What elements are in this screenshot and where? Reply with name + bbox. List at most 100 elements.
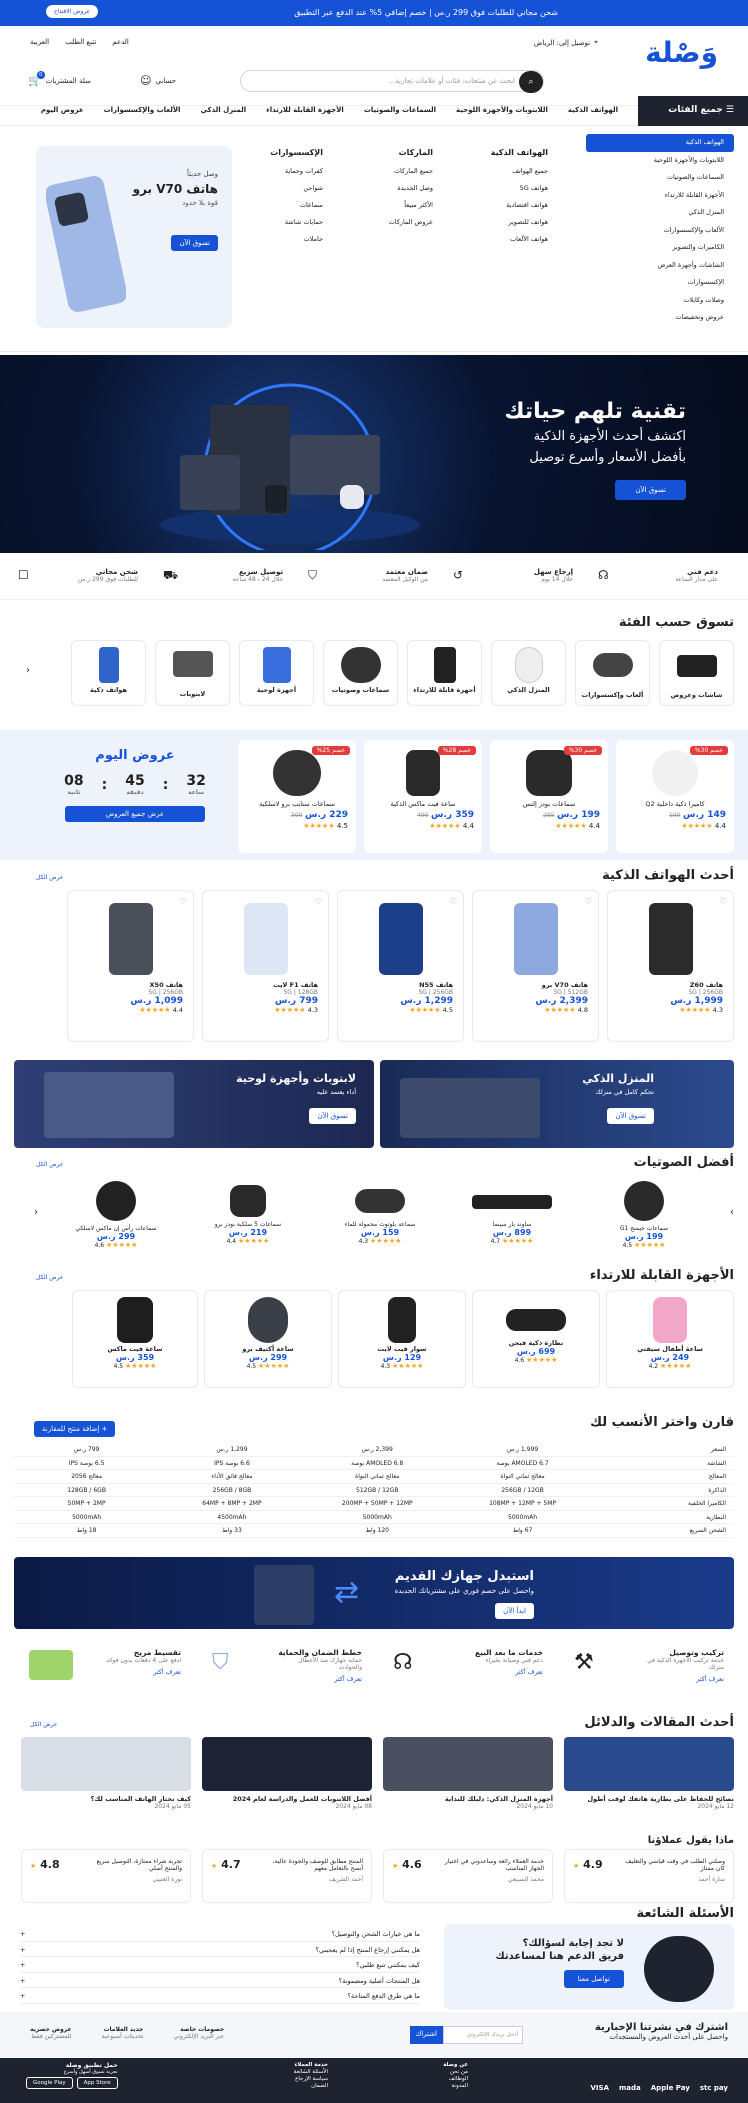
view-all-link[interactable]: عرض الكل xyxy=(36,874,63,881)
footer-link[interactable]: الضمان xyxy=(294,2083,328,2090)
faq-item[interactable]: هل المنتجات أصلية ومضمونة؟ + xyxy=(20,1973,420,1988)
product-card[interactable]: سوار فيت لايت 129 ر.س ★★★★★ 4.3 xyxy=(338,1290,466,1388)
menu-link[interactable]: جميع الماركات xyxy=(389,163,433,180)
search-icon[interactable]: ⌕ xyxy=(519,71,543,93)
banner-button[interactable]: تسوق الآن xyxy=(309,1108,356,1124)
heart-icon[interactable]: ♡ xyxy=(450,897,457,906)
nav-link[interactable]: الألعاب والإكسسوارات xyxy=(104,106,181,114)
product-card[interactable]: ساعة أطفال سيفتي 249 ر.س ★★★★★ 4.2 xyxy=(606,1290,734,1388)
nav-link[interactable]: المنزل الذكي xyxy=(200,106,246,114)
category-card[interactable]: ألعاب وإكسسوارات xyxy=(575,640,650,706)
product-card[interactable]: ♡ هاتف N55 5G | 256GB 1,299 ر.س 4.5 ★★★★… xyxy=(337,890,464,1042)
product-card[interactable]: نظارة ذكية فيجن 699 ر.س ★★★★★ 4.6 xyxy=(472,1290,600,1388)
view-all-link[interactable]: عرض الكل xyxy=(36,1274,63,1281)
category-item[interactable]: الإكسسوارات xyxy=(586,274,734,292)
cart-button[interactable]: سلة المشتريات 🛒 0 xyxy=(28,71,91,87)
article-card[interactable]: أفضل اللابتوبات للعمل والدراسة لعام 2024… xyxy=(202,1737,372,1810)
faq-item[interactable]: ما هي طرق الدفع المتاحة؟ + xyxy=(20,1988,420,2004)
service-card[interactable]: ⚒ تركيب وتوصيل خدمة تركيب الأجهزة الذكية ف… xyxy=(564,1636,734,1706)
account-button[interactable]: حسابي ☺ xyxy=(140,74,176,87)
smart-home-banner[interactable]: المنزل الذكي تحكم كامل في منزلك تسوق الآ… xyxy=(380,1060,734,1148)
footer-link[interactable]: الأسئلة الشائعة xyxy=(294,2069,328,2076)
product-card[interactable]: ♡ هاتف F1 لايت 5G | 128GB 799 ر.س 4.3 ★★… xyxy=(202,890,329,1042)
service-card[interactable]: ⛉ خطط الضمان والحماية حماية جهازك ضد الأعط… xyxy=(202,1636,372,1706)
product-card[interactable]: ساوند بار سينما 899 ر.س ★★★★★ 4.7 xyxy=(448,1177,576,1273)
learn-more-link[interactable]: تعرف أكثر xyxy=(202,1675,362,1683)
add-compare-button[interactable]: + إضافة منتج للمقارنة xyxy=(34,1421,116,1437)
faq-item[interactable]: ما هي خيارات الشحن والتوصيل؟ + xyxy=(20,1926,420,1942)
menu-link[interactable]: هواتف الألعاب xyxy=(491,231,548,248)
menu-link[interactable]: حاملات xyxy=(270,231,323,248)
menu-link[interactable]: عروض الماركات xyxy=(389,214,433,231)
nav-link[interactable]: الأجهزة القابلة للارتداء xyxy=(266,106,344,114)
nav-link[interactable]: الهواتف الذكية xyxy=(568,106,618,114)
learn-more-link[interactable]: تعرف أكثر xyxy=(564,1675,724,1683)
deal-card[interactable]: خصم 28% ساعة فيت ماكس الذكية 359 ر.س 499… xyxy=(364,740,482,853)
offers-button[interactable]: عروض الافتتاح xyxy=(46,5,99,18)
category-card[interactable]: أجهزة لوحية xyxy=(239,640,314,706)
app-store-badge[interactable]: App Store xyxy=(76,2077,118,2089)
service-card[interactable]: تقسيط مريح ادفع على 4 دفعات بدون فوائد تعر… xyxy=(21,1636,191,1706)
category-item[interactable]: الشاشات وأجهزة العرض xyxy=(586,257,734,275)
article-card[interactable]: نصائح للحفاظ على بطارية هاتفك لوقت أطول 1… xyxy=(564,1737,734,1810)
footer-link[interactable]: الوظائف xyxy=(443,2076,468,2083)
category-card[interactable]: هواتف ذكية xyxy=(71,640,146,706)
google-play-badge[interactable]: Google Play xyxy=(26,2077,73,2089)
trade-start-button[interactable]: ابدأ الآن xyxy=(495,1603,534,1619)
category-item[interactable]: السماعات والصوتيات xyxy=(586,169,734,187)
language-select[interactable]: العربية xyxy=(30,38,49,46)
article-card[interactable]: كيف تختار الهاتف المناسب لك؟ 05 مايو 2024 xyxy=(21,1737,191,1810)
product-card[interactable]: سماعات رأس إن ماكس لاسلكي 299 ر.س ★★★★★ 4.… xyxy=(52,1177,180,1273)
heart-icon[interactable]: ♡ xyxy=(180,897,187,906)
chevron-left-icon[interactable]: ‹ xyxy=(34,1207,38,1218)
chevron-right-icon[interactable]: › xyxy=(730,1207,734,1218)
view-all-deals-button[interactable]: عرض جميع العروض xyxy=(65,806,205,822)
menu-link[interactable]: سماعات xyxy=(270,197,323,214)
footer-link[interactable]: المدونة xyxy=(443,2083,468,2090)
search-input[interactable]: ابحث عن منتجات، فئات أو علامات تجارية...… xyxy=(240,70,544,93)
heart-icon[interactable]: ♡ xyxy=(315,897,322,906)
category-card[interactable]: أجهزة قابلة للارتداء xyxy=(407,640,482,706)
nav-link[interactable]: السماعات والصوتيات xyxy=(364,106,436,114)
heart-icon[interactable]: ♡ xyxy=(720,897,727,906)
deal-card[interactable]: خصم 30% كاميرا ذكية داخلية Q2 149 ر.س 19… xyxy=(616,740,734,853)
category-card[interactable]: المنزل الذكي xyxy=(491,640,566,706)
promo-shop-button[interactable]: تسوق الآن xyxy=(171,235,218,251)
faq-item[interactable]: كيف يمكنني تتبع طلبي؟ + xyxy=(20,1957,420,1973)
category-item[interactable]: الأجهزة القابلة للارتداء xyxy=(586,187,734,205)
category-card[interactable]: سماعات وصوتيات xyxy=(323,640,398,706)
chevron-left-icon[interactable]: ‹ xyxy=(26,665,30,676)
footer-link[interactable]: من نحن xyxy=(443,2069,468,2076)
menu-link[interactable]: هواتف اقتصادية xyxy=(491,197,548,214)
view-all-link[interactable]: عرض الكل xyxy=(36,1161,63,1168)
deliver-location[interactable]: ⌖ توصيل إلى: الرياض xyxy=(534,38,598,47)
menu-link[interactable]: هواتف للتصوير xyxy=(491,214,548,231)
hero-shop-button[interactable]: تسوق الآن xyxy=(615,480,686,500)
deal-card[interactable]: خصم 30% سماعات بودز إلتس 199 ر.س 285 4.4… xyxy=(490,740,608,853)
article-card[interactable]: أجهزة المنزل الذكي: دليلك للبداية 10 مايو… xyxy=(383,1737,553,1810)
product-card[interactable]: ♡ هاتف X50 5G | 256GB 1,099 ر.س 4.4 ★★★★… xyxy=(67,890,194,1042)
laptops-banner[interactable]: لابتوبات وأجهزة لوحية أداء يعتمد عليه تس… xyxy=(14,1060,374,1148)
contact-us-button[interactable]: تواصل معنا xyxy=(563,1970,624,1988)
nav-link[interactable]: عروض اليوم xyxy=(41,106,84,114)
menu-link[interactable]: شواحن xyxy=(270,180,323,197)
product-card[interactable]: سماعة بلوتوث محمولة للماء 159 ر.س ★★★★★ 4.… xyxy=(316,1177,444,1273)
product-card[interactable]: سماعات 5 سلكية بودز برو 219 ر.س ★★★★★ 4.4 xyxy=(184,1177,312,1273)
support-link[interactable]: الدعم xyxy=(112,38,129,46)
logo[interactable]: وَصْلة xyxy=(645,36,718,69)
footer-link[interactable]: سياسة الإرجاع xyxy=(294,2076,328,2083)
menu-link[interactable]: الأكثر مبيعاً xyxy=(389,197,433,214)
track-order-link[interactable]: تتبع الطلب xyxy=(65,38,96,46)
menu-link[interactable]: حمايات شاشة xyxy=(270,214,323,231)
product-card[interactable]: ♡ هاتف V70 برو 5G | 512GB 2,399 ر.س 4.8 … xyxy=(472,890,599,1042)
product-card[interactable]: ♡ هاتف Z60 5G | 256GB 1,999 ر.س 4.3 ★★★★… xyxy=(607,890,734,1042)
deal-card[interactable]: خصم 25% سماعات ستايب برو لاسلكية 229 ر.س… xyxy=(238,740,356,853)
nav-link[interactable]: اللابتوبات والأجهزة اللوحية xyxy=(456,106,548,114)
category-card[interactable]: لابتوبات xyxy=(155,640,230,706)
product-card[interactable]: ساعة فيت ماكس 359 ر.س ★★★★★ 4.5 xyxy=(72,1290,198,1388)
category-card[interactable]: شاشات وعروض xyxy=(659,640,734,706)
product-card[interactable]: سماعات جيمنج G1 199 ر.س ★★★★★ 4.5 xyxy=(580,1177,708,1273)
faq-item[interactable]: هل يمكنني إرجاع المنتج إذا لم يعجبني؟ + xyxy=(20,1942,420,1957)
category-item[interactable]: اللابتوبات والأجهزة اللوحية xyxy=(586,152,734,170)
service-card[interactable]: ☊ خدمات ما بعد البيع دعم فني وصيانة بخبراء… xyxy=(383,1636,553,1706)
